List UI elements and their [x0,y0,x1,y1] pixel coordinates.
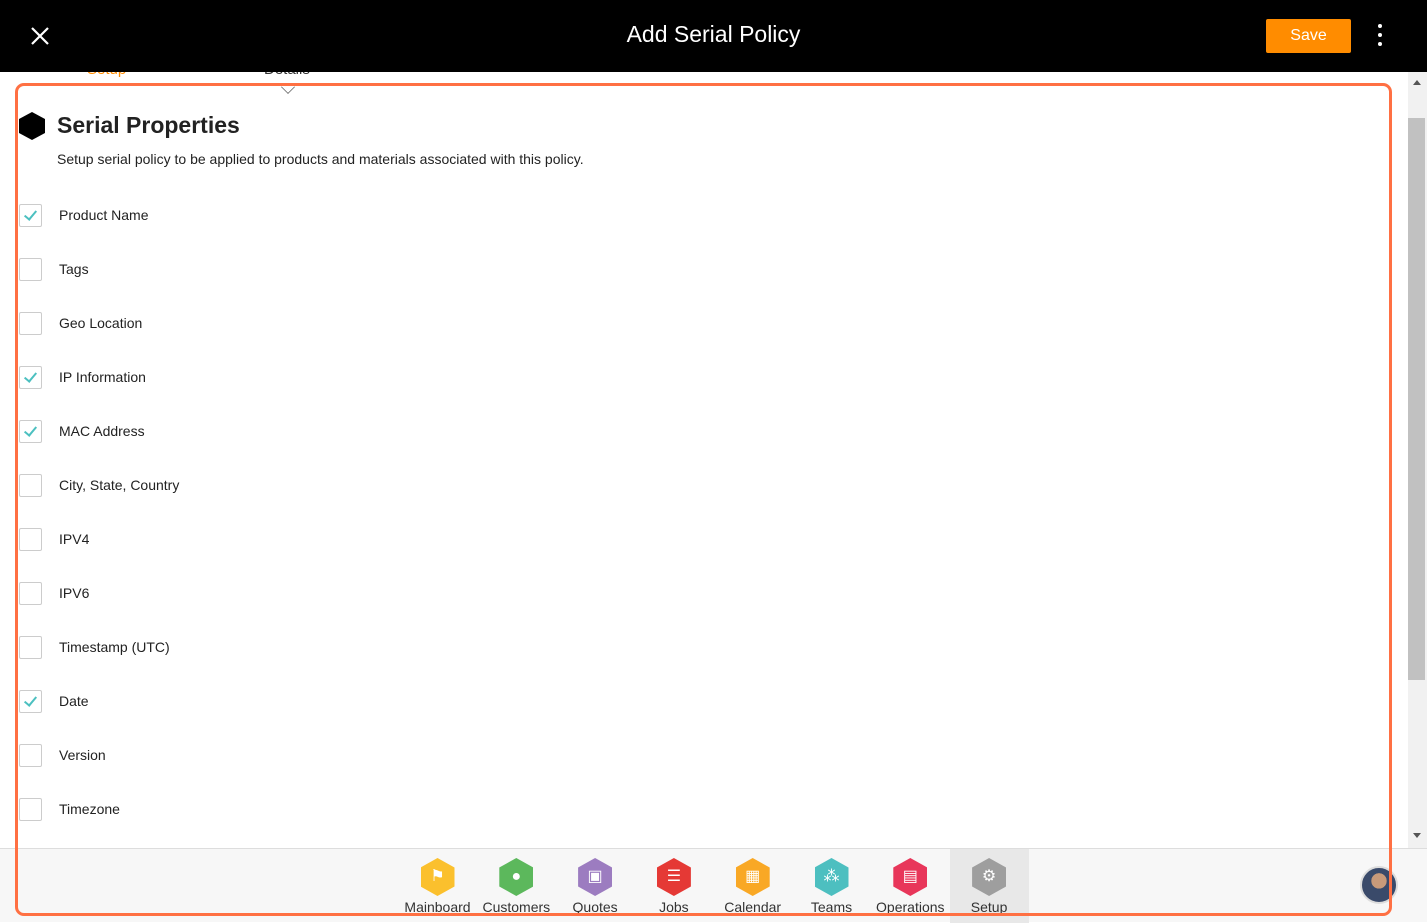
property-row[interactable]: Date [19,689,89,713]
scroll-down-icon[interactable] [1413,833,1421,838]
save-button[interactable]: Save [1266,19,1351,53]
nav-label: Operations [876,899,945,915]
property-label: Timezone [59,801,120,817]
user-icon: ● [499,858,534,896]
property-checkbox[interactable] [19,203,42,227]
property-label: IPV4 [59,531,90,547]
scroll-up-icon[interactable] [1413,80,1421,85]
nav-item-quotes[interactable]: ▣ Quotes [556,849,635,923]
property-label: Tags [59,261,89,277]
property-checkbox[interactable] [19,635,42,659]
nav-item-customers[interactable]: ● Customers [477,849,556,923]
property-checkbox[interactable] [19,797,42,821]
active-tab-caret-icon [281,80,295,94]
teams-icon: ⁂ [814,858,849,896]
property-row[interactable]: City, State, Country [19,473,179,497]
hexagon-icon [19,112,45,140]
property-checkbox[interactable] [19,257,42,281]
header: Add Serial Policy Save [0,0,1427,72]
property-checkbox[interactable] [19,365,42,389]
property-label: Version [59,747,106,763]
nav-item-calendar[interactable]: ▦ Calendar [713,849,792,923]
nav-label: Quotes [572,899,618,915]
page-title: Add Serial Policy [626,21,801,47]
property-row[interactable]: IPV6 [19,581,89,605]
list-icon: ☰ [656,858,691,896]
property-checkbox[interactable] [19,689,42,713]
nav-item-teams[interactable]: ⁂ Teams [792,849,871,923]
more-options-icon[interactable] [1370,22,1390,50]
mainboard-icon: ⚑ [420,858,455,896]
nav-label: Jobs [659,899,689,915]
quotes-icon: ▣ [578,858,613,896]
highlight-frame [15,83,1392,916]
property-label: Date [59,693,89,709]
nav-item-setup[interactable]: ⚙ Setup [949,849,1029,923]
avatar[interactable] [1360,866,1398,904]
property-row[interactable]: IP Information [19,365,146,389]
nav-label: Setup [970,899,1008,915]
property-checkbox[interactable] [19,419,42,443]
property-row[interactable]: Product Name [19,203,148,227]
property-checkbox[interactable] [19,581,42,605]
property-label: Geo Location [59,315,143,331]
property-label: Product Name [59,207,149,223]
property-label: IP Information [59,369,146,385]
property-row[interactable]: Geo Location [19,311,142,335]
scrollbar-thumb[interactable] [1408,118,1425,680]
property-label: Timestamp (UTC) [59,639,170,655]
property-checkbox[interactable] [19,527,42,551]
property-row[interactable]: Tags [19,257,89,281]
section-title: Serial Properties [57,112,240,138]
nav-item-jobs[interactable]: ☰ Jobs [634,849,713,923]
property-checkbox[interactable] [19,473,42,497]
property-checkbox[interactable] [19,743,42,767]
property-row[interactable]: IPV4 [19,527,89,551]
property-checkbox[interactable] [19,311,42,335]
nav-item-operations[interactable]: ▤ Operations [871,849,950,923]
property-label: IPV6 [59,585,90,601]
property-label: MAC Address [59,423,145,439]
gear-icon: ⚙ [972,858,1007,896]
property-row[interactable]: Timestamp (UTC) [19,635,170,659]
nav-item-mainboard[interactable]: ⚑ Mainboard [398,849,477,923]
property-label: City, State, Country [59,477,180,493]
property-row[interactable]: Version [19,743,106,767]
bottom-nav: ⚑ Mainboard ● Customers ▣ Quotes ☰ Jobs ▦ Calenda… [0,848,1427,923]
property-row[interactable]: Timezone [19,797,120,821]
nav-label: Calendar [724,899,782,915]
calendar-icon: ▦ [735,858,770,896]
nav-label: Mainboard [404,899,471,915]
briefcase-icon: ▤ [893,858,928,896]
property-row[interactable]: MAC Address [19,419,145,443]
nav-label: Teams [810,899,853,915]
section-description: Setup serial policy to be applied to pro… [57,151,584,167]
nav-label: Customers [482,899,551,915]
